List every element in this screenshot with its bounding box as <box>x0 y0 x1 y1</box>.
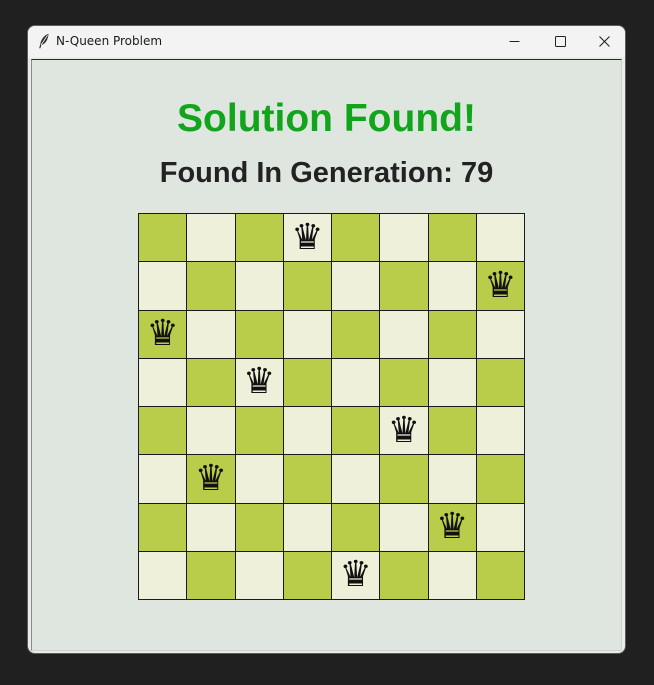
board-square <box>283 455 332 504</box>
board-square <box>187 551 236 600</box>
board-square <box>332 358 381 407</box>
board-square <box>332 503 381 552</box>
board-square: ♛ <box>332 551 381 600</box>
board-square: ♛ <box>235 358 284 407</box>
board-square <box>332 455 381 504</box>
board-square: ♛ <box>380 407 429 456</box>
board-square <box>139 214 188 263</box>
board-square <box>428 214 477 263</box>
board-square <box>139 503 188 552</box>
board-square <box>476 310 525 359</box>
board-square <box>235 503 284 552</box>
board-square <box>332 214 381 263</box>
minimize-button[interactable] <box>491 26 537 57</box>
board-square <box>235 455 284 504</box>
board-square <box>428 551 477 600</box>
board-square <box>235 407 284 456</box>
board-square <box>283 358 332 407</box>
board-square <box>187 407 236 456</box>
board-square <box>139 358 188 407</box>
board-square <box>476 358 525 407</box>
board-square <box>187 262 236 311</box>
queen-icon: ♛ <box>291 216 324 258</box>
title-bar[interactable]: N-Queen Problem <box>28 26 625 57</box>
board-square <box>380 358 429 407</box>
board-square <box>283 407 332 456</box>
board-square <box>380 310 429 359</box>
board-square <box>283 262 332 311</box>
board-square <box>380 262 429 311</box>
board-square <box>235 214 284 263</box>
board-square <box>380 551 429 600</box>
board-square: ♛ <box>139 310 188 359</box>
board-square <box>332 310 381 359</box>
board-square <box>187 503 236 552</box>
queen-icon: ♛ <box>435 506 469 548</box>
board-square <box>476 214 525 263</box>
board-square: ♛ <box>283 214 332 263</box>
board-square <box>428 455 477 504</box>
board-square: ♛ <box>476 262 525 311</box>
queen-icon: ♛ <box>484 264 517 306</box>
board-square <box>235 310 284 359</box>
board-square <box>476 503 525 552</box>
feather-icon <box>38 33 50 49</box>
maximize-icon <box>555 36 566 47</box>
close-icon <box>599 36 610 47</box>
board-square <box>139 455 188 504</box>
maximize-button[interactable] <box>537 26 583 57</box>
board-square <box>428 407 477 456</box>
board-square <box>139 551 188 600</box>
board-square <box>428 358 477 407</box>
board-square: ♛ <box>187 455 236 504</box>
board-square <box>187 358 236 407</box>
board-square <box>187 310 236 359</box>
board-square <box>332 407 381 456</box>
board-square <box>476 551 525 600</box>
board-square <box>283 310 332 359</box>
board-square <box>139 407 188 456</box>
board-square <box>235 262 284 311</box>
queen-icon: ♛ <box>194 457 228 499</box>
app-window: N-Queen Problem Solution Found! Found In… <box>27 25 626 654</box>
close-button[interactable] <box>581 26 625 57</box>
board-square <box>283 503 332 552</box>
content-area: Solution Found! Found In Generation: 79 … <box>31 59 622 651</box>
board-square <box>476 455 525 504</box>
board-square <box>380 455 429 504</box>
board-square <box>139 262 188 311</box>
queen-icon: ♛ <box>146 313 179 355</box>
solution-status-heading: Solution Found! <box>177 97 476 140</box>
queen-icon: ♛ <box>387 409 421 451</box>
board-square <box>428 310 477 359</box>
board-square <box>380 214 429 263</box>
queen-icon: ♛ <box>339 554 372 596</box>
queen-icon: ♛ <box>242 361 276 403</box>
board-square <box>283 551 332 600</box>
board-square <box>235 551 284 600</box>
board-square: ♛ <box>428 503 477 552</box>
window-title: N-Queen Problem <box>56 34 163 48</box>
board-square <box>476 407 525 456</box>
board-square <box>380 503 429 552</box>
minimize-icon <box>509 41 520 42</box>
board-square <box>187 214 236 263</box>
board-square <box>332 262 381 311</box>
chess-board: ♛ ♛ ♛ ♛ ♛ ♛ ♛ ♛ <box>138 213 525 600</box>
generation-label: Found In Generation: 79 <box>159 157 494 189</box>
board-square <box>428 262 477 311</box>
